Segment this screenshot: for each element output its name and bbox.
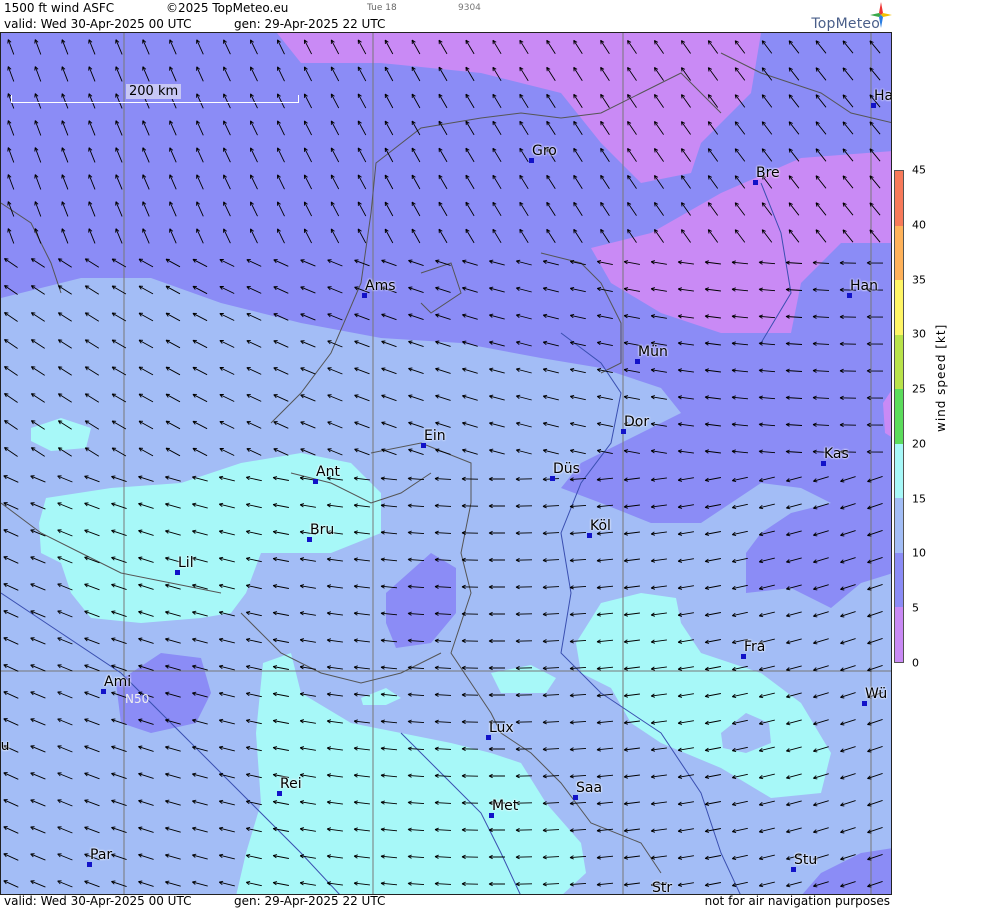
generated-time: gen: 29-Apr-2025 22 UTC <box>234 17 386 31</box>
legend-tick-label: 25 <box>912 382 926 396</box>
legend-segment-15-20kt <box>895 443 903 499</box>
city-label: Kas <box>824 446 849 462</box>
city-label: Ams <box>365 278 396 294</box>
legend-tick-label: 10 <box>912 546 926 560</box>
city-label: Mün <box>638 344 668 360</box>
legend-segment-5-10kt <box>895 552 903 608</box>
footer-valid-time: valid: Wed 30-Apr-2025 00 UTC <box>4 894 192 908</box>
city-label: Str <box>652 880 673 895</box>
legend-segment-0-5kt <box>895 607 903 662</box>
legend-tick-label: 15 <box>912 492 926 506</box>
legend-tick-label: 45 <box>912 163 926 177</box>
legend-tick-label: 35 <box>912 273 926 287</box>
city-label: Ha <box>874 88 892 104</box>
city-label: Han <box>850 278 878 294</box>
city-label: Gro <box>532 143 557 159</box>
disclaimer-text: not for air navigation purposes <box>704 894 890 908</box>
copyright-text: ©2025 TopMeteo.eu <box>166 1 289 15</box>
footer-bar: valid: Wed 30-Apr-2025 00 UTC gen: 29-Ap… <box>0 894 892 909</box>
legend-segment-25-30kt <box>895 334 903 390</box>
scale-label: 200 km <box>126 84 182 99</box>
legend-tick-label: 0 <box>912 656 919 670</box>
city-label: Bre <box>756 165 780 181</box>
legend-tick-label: 40 <box>912 218 926 232</box>
header-bar: 1500 ft wind ASFC ©2025 TopMeteo.eu Tue … <box>0 0 892 32</box>
city-label: Fra <box>744 639 766 655</box>
city-label: Lux <box>489 720 514 736</box>
legend-segment-40-45kt <box>895 171 903 226</box>
legend-segment-10-15kt <box>895 498 903 553</box>
city-label: Saa <box>576 780 603 796</box>
footer-generated-time: gen: 29-Apr-2025 22 UTC <box>234 894 386 908</box>
city-label: Düs <box>553 461 580 477</box>
product-title: 1500 ft wind ASFC <box>4 1 115 15</box>
legend-segment-20-25kt <box>895 389 903 444</box>
legend-tick-label: 30 <box>912 327 926 341</box>
city-label: Stu <box>794 852 818 868</box>
wind-map[interactable]: 200 km N50 Gro Bre Ha Ams Han Mün Dor Ein Ant Düs… <box>0 32 892 895</box>
city-label: Rei <box>280 776 302 792</box>
map-canvas <box>1 33 891 894</box>
city-label: Met <box>492 798 519 814</box>
city-label: Ami <box>104 674 132 690</box>
city-label: Lil <box>178 555 194 571</box>
wind-speed-legend: 45 40 35 30 25 20 15 10 5 0 wind speed [kt] <box>892 0 983 909</box>
city-label: ou <box>0 738 10 754</box>
legend-tick-label: 20 <box>912 437 926 451</box>
product-code: 9304 <box>458 3 481 13</box>
city-label: Dor <box>624 414 650 430</box>
latitude-label: N50 <box>125 692 150 706</box>
city-label: Bru <box>310 522 335 538</box>
day-code: Tue 18 <box>367 3 397 13</box>
city-label: Ant <box>316 464 340 480</box>
city-label: Ein <box>424 428 446 444</box>
city-label: Par <box>90 847 113 863</box>
legend-title: wind speed [kt] <box>934 323 948 432</box>
valid-time: valid: Wed 30-Apr-2025 00 UTC <box>4 17 192 31</box>
topmeteo-logo: TopMeteo <box>796 2 892 32</box>
legend-tick-label: 5 <box>912 601 919 615</box>
city-label: Köl <box>590 518 611 534</box>
compass-star-icon <box>870 2 892 28</box>
legend-segment-30-35kt <box>895 280 903 335</box>
city-label: Wü <box>865 686 888 702</box>
legend-segment-35-40kt <box>895 225 903 281</box>
legend-colorbar <box>894 170 904 663</box>
